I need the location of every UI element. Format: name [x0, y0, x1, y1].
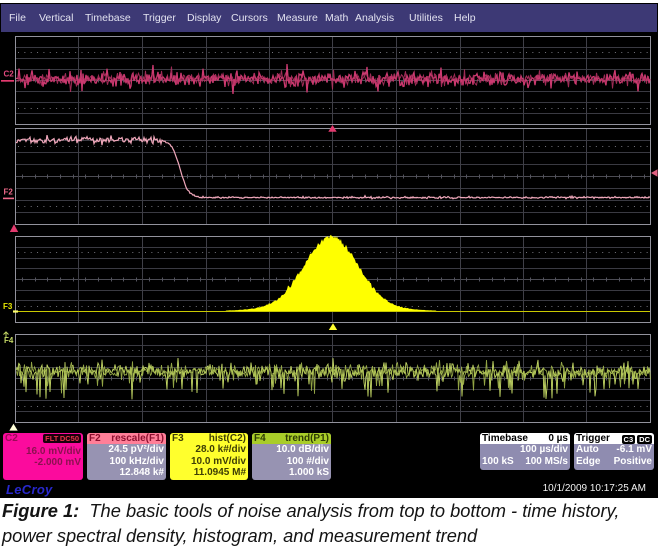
svg-text:F3: F3 [3, 302, 13, 311]
svg-text:C2: C2 [4, 70, 15, 79]
svg-text:F2: F2 [4, 188, 14, 197]
svg-text:F4: F4 [4, 336, 14, 345]
